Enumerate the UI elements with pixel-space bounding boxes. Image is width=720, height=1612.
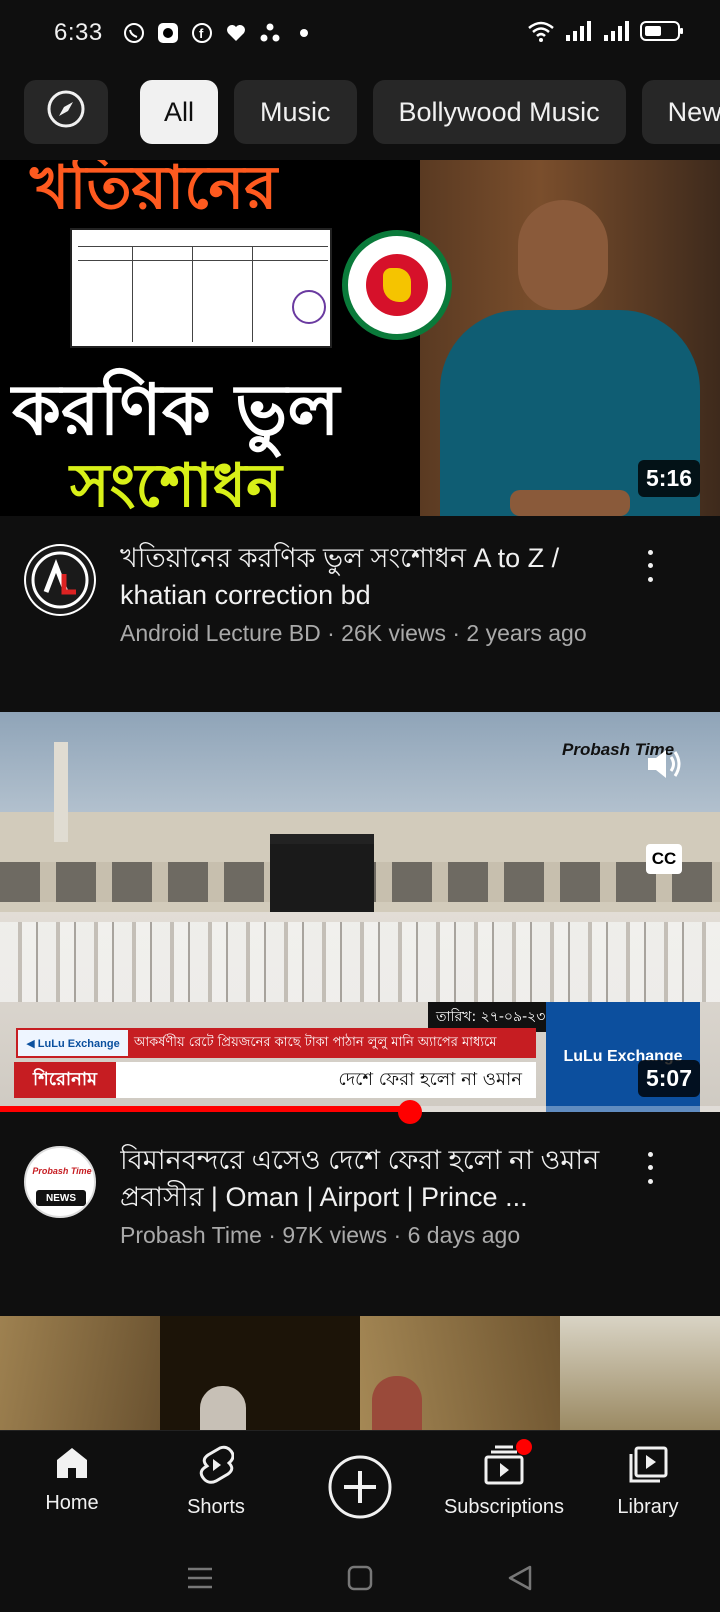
chip-all[interactable]: All [140, 80, 219, 144]
headline-text: দেশে ফেরা হলো না ওমান [116, 1062, 536, 1098]
progress-track[interactable] [0, 1106, 720, 1112]
status-bar: 6:33 f [0, 0, 720, 66]
video-thumbnail[interactable]: খতিয়ানের করণিক ভুল সংশোধন 5:16 [0, 160, 720, 516]
avatar-news-badge: NEWS [36, 1190, 86, 1206]
facebook-icon: f [191, 22, 213, 44]
signal-1-icon [564, 19, 594, 48]
system-status-icons [526, 19, 684, 48]
video-details: খতিয়ানের করণিক ভুল সংশোধন A to Z / khat… [0, 540, 720, 647]
library-icon [628, 1445, 668, 1490]
headline-tag: শিরোনাম [14, 1062, 116, 1098]
chip-bollywood-music[interactable]: Bollywood Music [372, 80, 626, 144]
nav-subscriptions-label: Subscriptions [443, 1496, 565, 1518]
channel-avatar[interactable]: Probash Time NEWS [24, 1146, 96, 1218]
notification-icons: f [123, 22, 315, 44]
battery-icon [640, 19, 684, 48]
lulu-exchange-logo: ◀ LuLu Exchange [18, 1030, 128, 1056]
more-notifications-dot-icon [293, 22, 315, 44]
recycle-icon [259, 22, 281, 44]
thumb-headline-bottom: সংশোধন [70, 451, 282, 516]
signal-2-icon [602, 19, 632, 48]
bottom-navigation: Home Shorts Subscriptions Library [0, 1430, 720, 1548]
home-icon [54, 1445, 90, 1486]
explore-button[interactable] [24, 80, 108, 144]
nav-library[interactable]: Library [576, 1431, 720, 1548]
back-triangle-icon[interactable] [506, 1564, 534, 1597]
heart-icon [225, 22, 247, 44]
ticker-bar: ◀ LuLu Exchange আকর্ষণীয় রেটে প্রিয়জনে… [16, 1028, 536, 1058]
subscriptions-icon [482, 1439, 532, 1490]
compass-icon [46, 89, 86, 136]
video-channel-meta: Probash Time · 97K views · 6 days ago [120, 1222, 521, 1248]
svg-text:f: f [199, 26, 204, 41]
progress-fill [0, 1106, 411, 1112]
thumbnail-art [0, 1316, 720, 1430]
channel-avatar[interactable] [24, 544, 96, 616]
nav-shorts-label: Shorts [187, 1496, 245, 1518]
recent-apps-icon[interactable] [186, 1565, 214, 1596]
video-title[interactable]: বিমানবন্দরে এসেও দেশে ফেরা হলো না ওমান প… [120, 1142, 630, 1216]
filter-chips: All Music Bollywood Music New [24, 80, 720, 144]
video-details: Probash Time NEWS বিমানবন্দরে এসেও দেশে … [0, 1142, 720, 1249]
wifi-icon [526, 19, 556, 48]
nav-library-label: Library [617, 1496, 679, 1518]
chip-music[interactable]: Music [234, 80, 357, 144]
video-channel-meta: Android Lecture BD · 26K views · 2 years… [120, 620, 587, 646]
shorts-icon [198, 1445, 235, 1490]
app-notification-icon [157, 22, 179, 44]
more-options-button[interactable] [638, 1148, 662, 1188]
video-duration: 5:07 [637, 1060, 700, 1097]
system-navigation-bar [0, 1548, 720, 1612]
whatsapp-icon [123, 22, 145, 44]
nav-home[interactable]: Home [0, 1431, 144, 1548]
notification-dot [516, 1439, 532, 1455]
avatar-brand: Probash Time [32, 1166, 92, 1176]
more-options-button[interactable] [638, 546, 662, 586]
ticker-text: আকর্ষণীয় রেটে প্রিয়জনের কাছে টাকা পাঠা… [128, 1030, 534, 1056]
government-seal-icon [342, 230, 452, 340]
document-graphic [70, 228, 332, 348]
volume-icon[interactable] [644, 746, 684, 787]
progress-scrubber[interactable] [398, 1100, 423, 1124]
chip-new[interactable]: New [641, 80, 720, 144]
nav-shorts[interactable]: Shorts [144, 1431, 288, 1548]
nav-home-label: Home [45, 1492, 99, 1514]
home-square-icon[interactable] [346, 1564, 374, 1597]
video-player[interactable]: Probash Time CC তারিখ: ২৭-০৯-২৩ ◀ LuLu E… [0, 712, 720, 1112]
video-duration: 5:16 [637, 460, 700, 497]
video-title[interactable]: খতিয়ানের করণিক ভুল সংশোধন A to Z / khat… [120, 540, 630, 614]
captions-button[interactable]: CC [646, 844, 682, 874]
nav-subscriptions[interactable]: Subscriptions [432, 1431, 576, 1548]
create-plus-icon [327, 1454, 393, 1525]
thumb-headline-top: খতিয়ানের [30, 160, 278, 223]
nav-create[interactable] [288, 1431, 432, 1548]
thumbnail-art: খতিয়ানের করণিক ভুল সংশোধন [0, 160, 720, 516]
video-thumbnail[interactable] [0, 1316, 720, 1430]
status-time: 6:33 [54, 19, 103, 46]
